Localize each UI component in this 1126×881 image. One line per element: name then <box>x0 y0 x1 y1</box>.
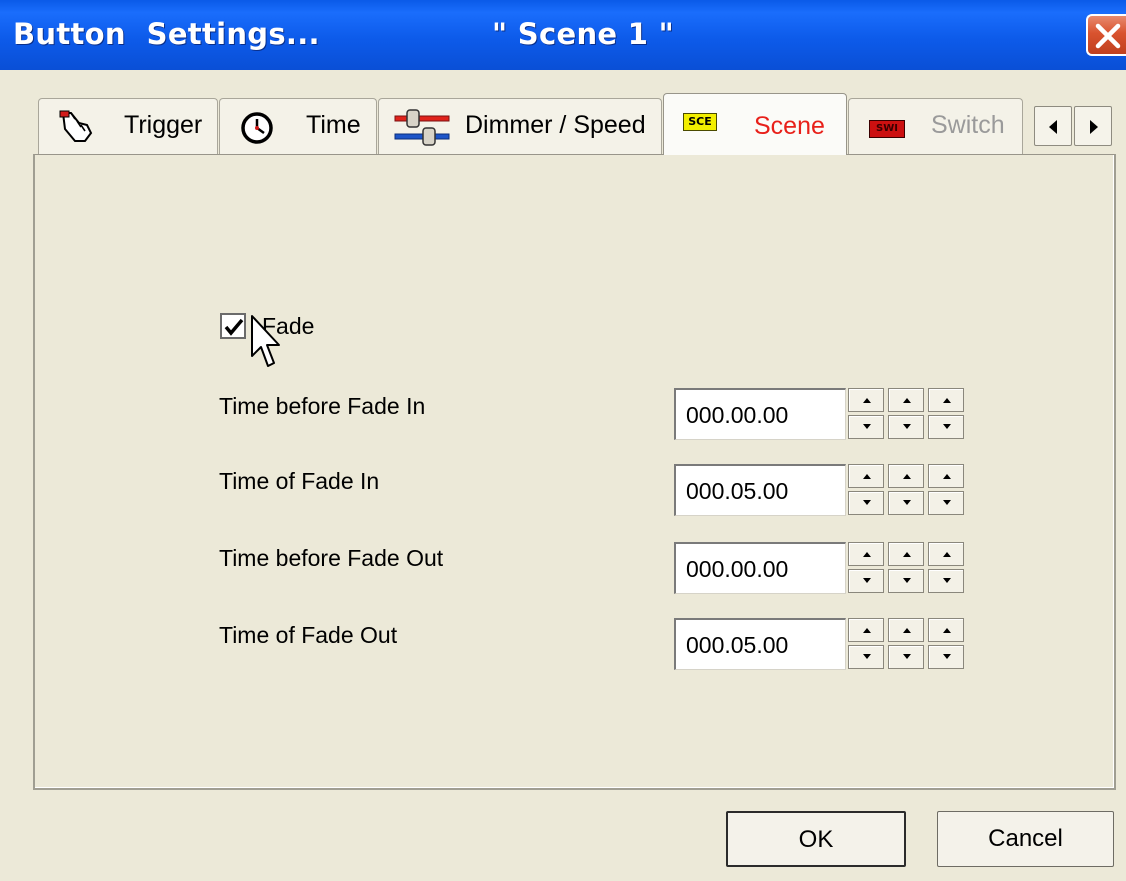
arrow-up-icon <box>903 398 911 403</box>
tab-trigger[interactable]: Trigger <box>38 98 218 154</box>
tab-time[interactable]: Time <box>219 98 377 154</box>
arrow-up-icon <box>863 628 871 633</box>
spin-down-button[interactable] <box>888 645 924 669</box>
fade-checkbox[interactable] <box>220 313 246 339</box>
spin-down-button[interactable] <box>928 645 964 669</box>
tab-label: Time <box>306 111 361 139</box>
spin-up-button[interactable] <box>848 542 884 566</box>
arrow-down-icon <box>863 424 871 429</box>
arrow-up-icon <box>943 552 951 557</box>
time-of-fade-in-label: Time of Fade In <box>219 468 380 494</box>
arrow-down-icon <box>863 578 871 583</box>
time-before-fade-out-spinners <box>848 542 966 594</box>
tab-label: Dimmer / Speed <box>465 111 646 139</box>
time-before-fade-out-label: Time before Fade Out <box>219 545 444 571</box>
time-before-fade-in-spinners <box>848 388 966 440</box>
spin-up-button[interactable] <box>888 542 924 566</box>
spin-up-button[interactable] <box>888 388 924 412</box>
time-of-fade-out-spinners <box>848 618 966 670</box>
time-before-fade-in-field[interactable]: 000.00.00 <box>674 388 846 440</box>
arrow-up-icon <box>943 474 951 479</box>
arrow-right-icon <box>1090 120 1098 134</box>
arrow-down-icon <box>943 578 951 583</box>
arrow-down-icon <box>863 654 871 659</box>
tab-scroll-right-button[interactable] <box>1074 106 1112 146</box>
arrow-down-icon <box>903 578 911 583</box>
tab-label: Scene <box>754 112 825 140</box>
spin-up-button[interactable] <box>928 542 964 566</box>
tab-scroll-left-button[interactable] <box>1034 106 1072 146</box>
clock-icon <box>240 111 274 150</box>
arrow-up-icon <box>903 552 911 557</box>
arrow-down-icon <box>943 424 951 429</box>
spin-down-button[interactable] <box>848 415 884 439</box>
arrow-up-icon <box>943 628 951 633</box>
spin-down-button[interactable] <box>888 569 924 593</box>
time-of-fade-in-spinners <box>848 464 966 516</box>
arrow-down-icon <box>943 654 951 659</box>
hand-pointer-icon <box>57 109 95 150</box>
button-settings-dialog: Button Settings... " Scene 1 " Trigger T… <box>0 0 1126 881</box>
title-bar[interactable]: Button Settings... " Scene 1 " <box>0 0 1126 70</box>
spin-up-button[interactable] <box>848 618 884 642</box>
tab-switch[interactable]: SWI Switch <box>848 98 1023 154</box>
close-icon <box>1095 23 1121 49</box>
spin-down-button[interactable] <box>888 415 924 439</box>
spin-up-button[interactable] <box>888 618 924 642</box>
arrow-up-icon <box>903 628 911 633</box>
checkmark-icon <box>224 318 244 336</box>
arrow-up-icon <box>943 398 951 403</box>
spin-up-button[interactable] <box>928 388 964 412</box>
scene-icon: SCE <box>683 113 717 131</box>
ok-button[interactable]: OK <box>726 811 906 867</box>
arrow-down-icon <box>903 424 911 429</box>
spin-up-button[interactable] <box>848 464 884 488</box>
close-button[interactable] <box>1086 14 1126 56</box>
arrow-down-icon <box>943 500 951 505</box>
time-of-fade-out-label: Time of Fade Out <box>219 622 398 648</box>
spin-down-button[interactable] <box>928 415 964 439</box>
time-of-fade-in-field[interactable]: 000.05.00 <box>674 464 846 516</box>
arrow-up-icon <box>863 474 871 479</box>
tab-scene[interactable]: SCE Scene <box>663 93 847 155</box>
tab-dimmer-speed[interactable]: Dimmer / Speed <box>378 98 662 154</box>
time-of-fade-out-field[interactable]: 000.05.00 <box>674 618 846 670</box>
spin-up-button[interactable] <box>928 618 964 642</box>
spin-up-button[interactable] <box>928 464 964 488</box>
arrow-down-icon <box>863 500 871 505</box>
spin-down-button[interactable] <box>928 569 964 593</box>
window-subtitle: " Scene 1 " <box>492 17 675 51</box>
arrow-up-icon <box>903 474 911 479</box>
arrow-down-icon <box>903 654 911 659</box>
tab-scroll-arrows <box>1034 106 1114 146</box>
spin-up-button[interactable] <box>848 388 884 412</box>
tab-label: Trigger <box>124 111 203 139</box>
arrow-left-icon <box>1049 120 1057 134</box>
spin-down-button[interactable] <box>888 491 924 515</box>
window-title: Button Settings... <box>13 17 320 51</box>
cancel-button[interactable]: Cancel <box>937 811 1114 867</box>
spin-down-button[interactable] <box>928 491 964 515</box>
spin-down-button[interactable] <box>848 645 884 669</box>
spin-down-button[interactable] <box>848 491 884 515</box>
switch-icon: SWI <box>869 120 905 138</box>
arrow-up-icon <box>863 398 871 403</box>
spin-down-button[interactable] <box>848 569 884 593</box>
time-before-fade-in-label: Time before Fade In <box>219 393 426 419</box>
spin-up-button[interactable] <box>888 464 924 488</box>
arrow-down-icon <box>903 500 911 505</box>
slider-icon <box>393 107 451 152</box>
time-before-fade-out-field[interactable]: 000.00.00 <box>674 542 846 594</box>
mouse-cursor-icon <box>251 315 280 367</box>
arrow-up-icon <box>863 552 871 557</box>
tab-label: Switch <box>931 111 1005 139</box>
